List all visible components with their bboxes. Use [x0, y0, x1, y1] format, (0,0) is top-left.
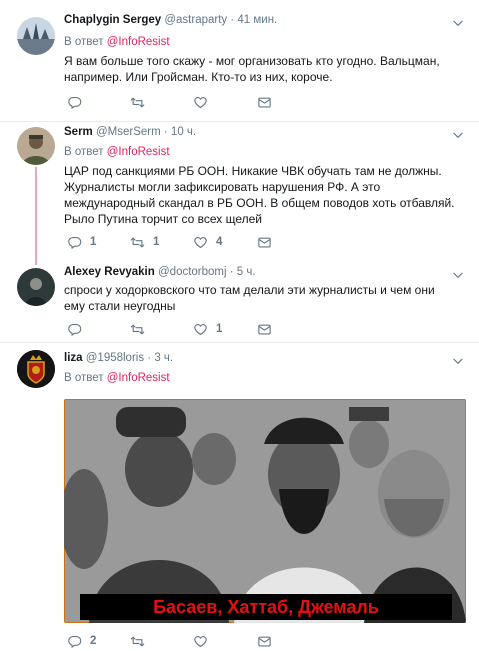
tweet-text: ЦАР под санкциями РБ ООН. Никакие ЧВК об…	[64, 164, 455, 226]
reply-to-link[interactable]: @InfoResist	[107, 372, 170, 384]
reply-prefix: В ответ	[64, 146, 104, 158]
chevron-down-icon[interactable]	[451, 128, 465, 142]
like-icon	[193, 322, 208, 337]
dm-icon	[257, 95, 272, 110]
like-button[interactable]	[193, 94, 216, 110]
reply-to-link[interactable]: @InfoResist	[107, 36, 170, 48]
like-count: 4	[216, 236, 223, 248]
dm-button[interactable]	[257, 321, 272, 337]
author-name[interactable]: liza	[64, 352, 83, 364]
media-caption: Басаев, Хаттаб, Джемаль	[153, 597, 379, 617]
tweet-chaplygin[interactable]: Chaplygin Sergey @astraparty · 41 мин. В…	[0, 0, 479, 121]
tweet-time[interactable]: · 5 ч.	[230, 266, 256, 278]
tweet-time[interactable]: · 41 мин.	[230, 14, 277, 26]
reply-context: В ответ @InfoResist	[64, 372, 170, 384]
dm-icon	[257, 235, 272, 250]
reply-count: 2	[90, 635, 97, 647]
avatar[interactable]	[17, 268, 55, 306]
retweet-button[interactable]	[130, 633, 153, 649]
author-handle[interactable]: @1958loris	[86, 352, 144, 364]
dm-button[interactable]	[257, 234, 272, 250]
avatar[interactable]	[17, 127, 55, 165]
reply-icon	[67, 95, 82, 110]
retweet-button[interactable]	[130, 94, 153, 110]
reply-count: 1	[90, 236, 97, 248]
reply-button[interactable]: 1	[67, 234, 96, 250]
reply-icon	[67, 235, 82, 250]
tweet-text: Я вам больше того скажу - мог организова…	[64, 54, 440, 84]
reply-button[interactable]: 2	[67, 633, 96, 649]
reply-to-link[interactable]: @InfoResist	[107, 146, 170, 158]
like-icon	[193, 634, 208, 649]
author-handle[interactable]: @MserSerm	[96, 126, 161, 138]
retweet-count: 1	[153, 236, 160, 248]
thread-line	[35, 167, 37, 265]
like-count: 1	[216, 323, 223, 335]
tweet-serm[interactable]: Serm @MserSerm · 10 ч. В ответ @InfoResi…	[0, 122, 479, 260]
tweet-time[interactable]: · 10 ч.	[164, 126, 196, 138]
author-name[interactable]: Alexey Revyakin	[64, 266, 155, 278]
avatar[interactable]	[17, 350, 55, 388]
author-name[interactable]: Chaplygin Sergey	[64, 14, 161, 26]
reply-context: В ответ @InfoResist	[64, 146, 170, 158]
retweet-icon	[130, 95, 145, 110]
reply-prefix: В ответ	[64, 36, 104, 48]
tweet-text: спроси у ходорковского что там делали эт…	[64, 283, 435, 313]
avatar[interactable]	[17, 17, 55, 55]
chevron-down-icon[interactable]	[451, 354, 465, 368]
tweet-revyakin[interactable]: Alexey Revyakin @doctorbomj · 5 ч. спрос…	[0, 262, 479, 342]
reply-button[interactable]	[67, 321, 90, 337]
like-button[interactable]	[193, 633, 216, 649]
tweet-time[interactable]: · 3 ч.	[147, 352, 173, 364]
like-button[interactable]: 1	[193, 321, 222, 337]
reply-icon	[67, 322, 82, 337]
retweet-icon	[130, 634, 145, 649]
author-handle[interactable]: @doctorbomj	[158, 266, 227, 278]
reply-prefix: В ответ	[64, 372, 104, 384]
tweet-media-image[interactable]: Басаев, Хаттаб, Джемаль	[64, 399, 466, 623]
like-icon	[193, 235, 208, 250]
dm-icon	[257, 322, 272, 337]
dm-button[interactable]	[257, 94, 272, 110]
chevron-down-icon[interactable]	[451, 16, 465, 30]
dm-button[interactable]	[257, 633, 272, 649]
like-button[interactable]: 4	[193, 234, 222, 250]
reply-context: В ответ @InfoResist	[64, 36, 170, 48]
author-name[interactable]: Serm	[64, 126, 93, 138]
chevron-down-icon[interactable]	[451, 268, 465, 282]
reply-button[interactable]	[67, 94, 90, 110]
media-caption-bar: Басаев, Хаттаб, Джемаль	[80, 594, 452, 620]
retweet-button[interactable]	[130, 321, 153, 337]
retweet-button[interactable]: 1	[130, 234, 159, 250]
retweet-icon	[130, 235, 145, 250]
dm-icon	[257, 634, 272, 649]
like-icon	[193, 95, 208, 110]
reply-icon	[67, 634, 82, 649]
retweet-icon	[130, 322, 145, 337]
author-handle[interactable]: @astraparty	[164, 14, 227, 26]
